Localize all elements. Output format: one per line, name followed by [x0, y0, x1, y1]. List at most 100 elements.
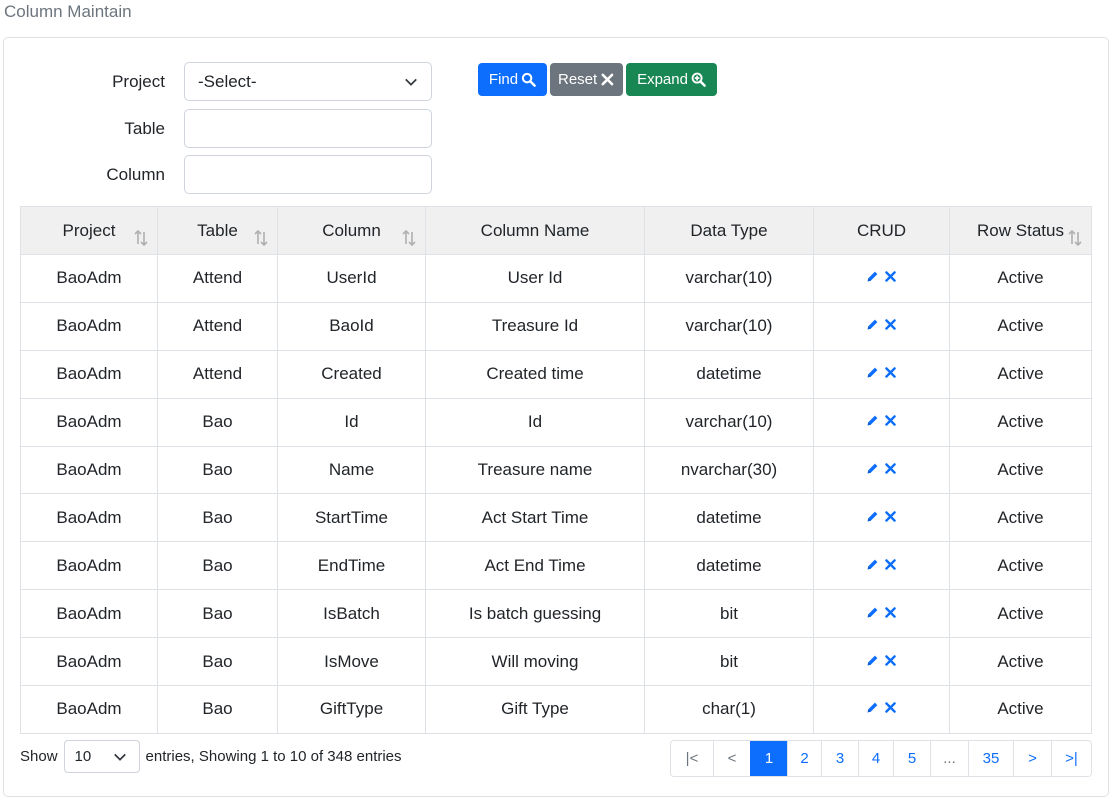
cell-table: Bao — [157, 589, 278, 639]
cell-row-status: Active — [949, 254, 1092, 303]
table-header-row: Project Table Column Column Name Data Ty… — [20, 206, 1092, 255]
pencil-icon[interactable] — [866, 510, 879, 523]
close-icon[interactable] — [884, 701, 897, 714]
cell-row-status: Active — [949, 301, 1092, 351]
cell-column-name: Gift Type — [425, 685, 645, 734]
cell-column-name: Will moving — [425, 637, 645, 687]
search-icon — [521, 72, 536, 87]
column-label: Column — [106, 164, 165, 184]
pencil-icon[interactable] — [866, 318, 879, 331]
expand-button-label: Expand — [637, 71, 688, 88]
cell-column: EndTime — [277, 541, 426, 591]
cell-row-status: Active — [949, 493, 1092, 543]
cell-row-status: Active — [949, 541, 1092, 591]
close-icon[interactable] — [884, 366, 897, 379]
find-button[interactable]: Find — [478, 63, 547, 96]
sort-icon — [402, 229, 416, 247]
page-button[interactable]: 3 — [821, 741, 858, 776]
pencil-icon[interactable] — [866, 654, 879, 667]
cell-table: Bao — [157, 685, 278, 734]
cell-table: Bao — [157, 445, 278, 495]
close-icon[interactable] — [884, 462, 897, 475]
close-icon[interactable] — [884, 510, 897, 523]
cell-column: GiftType — [277, 685, 426, 734]
table-input[interactable] — [184, 109, 432, 148]
close-icon[interactable] — [884, 606, 897, 619]
page-button[interactable]: 4 — [858, 741, 893, 776]
pencil-icon[interactable] — [866, 414, 879, 427]
cell-table: Bao — [157, 493, 278, 543]
page-button[interactable]: 5 — [893, 741, 930, 776]
reset-button-label: Reset — [558, 71, 598, 88]
columns-table: Project Table Column Column Name Data Ty… — [20, 206, 1092, 734]
cell-table: Bao — [157, 397, 278, 447]
close-icon[interactable] — [884, 318, 897, 331]
pencil-icon[interactable] — [866, 270, 879, 283]
cell-crud — [813, 685, 950, 734]
cell-crud — [813, 349, 950, 399]
project-select-value: -Select- — [198, 71, 257, 91]
header-project[interactable]: Project — [20, 206, 158, 255]
sort-icon — [1068, 229, 1082, 247]
cell-row-status: Active — [949, 445, 1092, 495]
pencil-icon[interactable] — [866, 558, 879, 571]
cell-project: BaoAdm — [20, 445, 158, 495]
close-icon[interactable] — [884, 270, 897, 283]
table-row: BaoAdm Bao IsMove Will moving bit Active — [20, 637, 1092, 687]
page-button[interactable]: 1 — [750, 741, 787, 776]
header-data-type-label: Data Type — [690, 220, 768, 240]
header-column[interactable]: Column — [277, 206, 426, 255]
page-length-select[interactable]: 10 — [63, 740, 140, 773]
page-button[interactable]: 2 — [787, 741, 821, 776]
next-page-button[interactable]: > — [1013, 741, 1051, 776]
cell-data-type: varchar(10) — [644, 254, 814, 303]
table-row: BaoAdm Bao Id Id varchar(10) Active — [20, 397, 1092, 447]
cell-table: Bao — [157, 541, 278, 591]
table-row: BaoAdm Bao GiftType Gift Type char(1) Active — [20, 685, 1092, 734]
header-table-label: Table — [197, 220, 238, 240]
pagination: |< < 1 2 3 4 5 ... 35 > >| — [670, 740, 1092, 777]
last-page-button[interactable]: >| — [1051, 741, 1091, 776]
cell-data-type: char(1) — [644, 685, 814, 734]
cell-column-name: Treasure Id — [425, 301, 645, 351]
first-page-button[interactable]: |< — [671, 741, 713, 776]
close-icon[interactable] — [884, 654, 897, 667]
close-icon[interactable] — [884, 558, 897, 571]
prev-page-button[interactable]: < — [713, 741, 750, 776]
cell-project: BaoAdm — [20, 349, 158, 399]
cell-table: Bao — [157, 637, 278, 687]
project-row: Project -Select- — [4, 62, 432, 101]
cell-project: BaoAdm — [20, 685, 158, 734]
header-project-label: Project — [62, 220, 116, 240]
cell-row-status: Active — [949, 685, 1092, 734]
pencil-icon[interactable] — [866, 366, 879, 379]
reset-button[interactable]: Reset — [550, 63, 623, 96]
project-select[interactable]: -Select- — [184, 62, 432, 101]
header-crud-label: CRUD — [856, 220, 907, 240]
pencil-icon[interactable] — [866, 462, 879, 475]
pencil-icon[interactable] — [866, 701, 879, 714]
cell-data-type: datetime — [644, 349, 814, 399]
chevron-down-icon — [113, 753, 126, 761]
cell-column-name: Created time — [425, 349, 645, 399]
header-table[interactable]: Table — [157, 206, 278, 255]
chevron-down-icon — [405, 78, 417, 86]
expand-button[interactable]: Expand — [626, 63, 717, 96]
table-row: BaoAdm Bao Name Treasure name nvarchar(30) Ac… — [20, 445, 1092, 495]
page-button[interactable]: 35 — [968, 741, 1013, 776]
header-row-status[interactable]: Row Status — [949, 206, 1092, 255]
cell-column: Created — [277, 349, 426, 399]
header-column-label: Column — [322, 220, 381, 240]
cell-table: Attend — [157, 254, 278, 303]
project-label: Project — [112, 71, 165, 91]
cell-row-status: Active — [949, 589, 1092, 639]
close-icon[interactable] — [884, 414, 897, 427]
table-row: BaoAdm Attend Created Created time datetime A… — [20, 349, 1092, 399]
pencil-icon[interactable] — [866, 606, 879, 619]
column-input[interactable] — [184, 155, 432, 194]
page-length-value: 10 — [74, 748, 92, 765]
cell-column-name: Is batch guessing — [425, 589, 645, 639]
cell-crud — [813, 301, 950, 351]
cell-project: BaoAdm — [20, 254, 158, 303]
cell-data-type: nvarchar(30) — [644, 445, 814, 495]
